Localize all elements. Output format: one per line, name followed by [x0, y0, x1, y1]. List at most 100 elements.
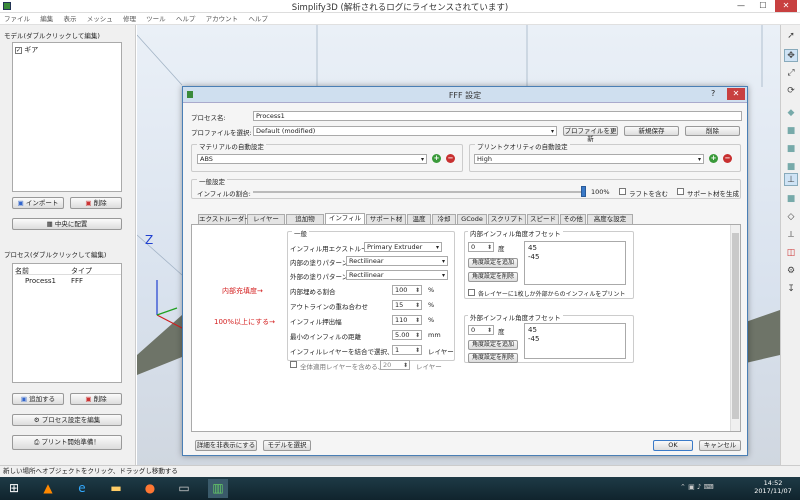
- raft-checkbox[interactable]: [619, 188, 626, 195]
- update-profile-button[interactable]: プロファイルを更新: [563, 126, 618, 143]
- external-angle-input[interactable]: 0: [468, 325, 494, 335]
- help-button[interactable]: ?: [711, 89, 715, 98]
- list-item[interactable]: -45: [528, 335, 539, 343]
- support-checkbox[interactable]: [677, 188, 684, 195]
- rotate-tool-icon[interactable]: ⟳: [784, 85, 798, 98]
- tab-temperature[interactable]: 温度: [407, 214, 431, 224]
- add-process-button[interactable]: ▣ 追加する: [12, 393, 64, 405]
- view-iso-icon[interactable]: ◆: [784, 107, 798, 120]
- menu-help-1[interactable]: ヘルプ: [172, 13, 200, 25]
- menu-edit[interactable]: 編集: [36, 13, 57, 25]
- models-list[interactable]: ✓ ギア: [12, 42, 122, 192]
- vlc-icon[interactable]: ▲: [38, 479, 58, 498]
- view-mode-icon[interactable]: ■: [784, 193, 798, 206]
- menu-repair[interactable]: 修理: [119, 13, 140, 25]
- infill-percent-input[interactable]: 100: [392, 285, 422, 295]
- tab-layer[interactable]: レイヤー: [247, 214, 285, 224]
- remove-quality-icon[interactable]: −: [723, 154, 732, 163]
- table-row[interactable]: Process1 FFF: [25, 277, 119, 286]
- edit-process-button[interactable]: ⚙ プロセス設定を編集: [12, 414, 122, 426]
- remove-model-button[interactable]: ▣ 削除: [70, 197, 122, 209]
- outline-overlap-input[interactable]: 15: [392, 300, 422, 310]
- remove-process-button[interactable]: ▣ 削除: [70, 393, 122, 405]
- combine-input[interactable]: 1: [392, 345, 422, 355]
- print-every-layer-checkbox[interactable]: [468, 289, 475, 296]
- wireframe-icon[interactable]: ◇: [784, 211, 798, 224]
- remove-material-icon[interactable]: −: [446, 154, 455, 163]
- firefox-icon[interactable]: ●: [140, 479, 160, 498]
- add-external-angle-button[interactable]: 角度設定を追加: [468, 340, 518, 350]
- view-front-icon[interactable]: ■: [784, 125, 798, 138]
- ok-button[interactable]: OK: [653, 440, 693, 451]
- hide-advanced-button[interactable]: 詳細を非表示にする: [195, 440, 257, 451]
- internal-pattern-select[interactable]: Rectilinear: [346, 256, 448, 266]
- min-length-input[interactable]: 5.00: [392, 330, 422, 340]
- cancel-button[interactable]: キャンセル: [699, 440, 741, 451]
- tab-speed[interactable]: スピード: [527, 214, 559, 224]
- dialog-close-button[interactable]: ✕: [727, 88, 745, 100]
- profile-select[interactable]: Default (modified): [253, 126, 557, 136]
- tab-gcode[interactable]: GCode: [457, 214, 487, 224]
- infill-extruder-select[interactable]: Primary Extruder: [364, 242, 442, 252]
- menu-help[interactable]: ヘルプ: [244, 13, 272, 25]
- delete-profile-button[interactable]: 削除: [685, 126, 740, 136]
- simplify3d-taskbar-icon[interactable]: ▥: [208, 479, 228, 498]
- list-item[interactable]: 45: [528, 326, 537, 334]
- processes-list[interactable]: 名前 タイプ Process1 FFF: [12, 263, 122, 383]
- tab-support[interactable]: サポート材: [366, 214, 406, 224]
- maximize-button[interactable]: ☐: [752, 0, 774, 12]
- quality-select[interactable]: High: [474, 154, 704, 164]
- list-item[interactable]: -45: [528, 253, 539, 261]
- tray-icons[interactable]: ⌃ ▣ ♪ ⌨: [680, 483, 714, 491]
- extrusion-width-input[interactable]: 110: [392, 315, 422, 325]
- move-tool-icon[interactable]: ✥: [784, 49, 798, 62]
- scrollbar-thumb[interactable]: [732, 233, 739, 419]
- settings-icon[interactable]: ⚙: [784, 265, 798, 278]
- add-material-icon[interactable]: +: [432, 154, 441, 163]
- list-item[interactable]: 45: [528, 244, 537, 252]
- add-internal-angle-button[interactable]: 角度設定を追加: [468, 258, 518, 268]
- select-models-button[interactable]: モデルを選択: [263, 440, 311, 451]
- add-quality-icon[interactable]: +: [709, 154, 718, 163]
- start-icon[interactable]: ⊞: [4, 479, 24, 498]
- process-name-input[interactable]: Process1: [253, 111, 742, 121]
- panel-scrollbar[interactable]: [730, 225, 740, 431]
- tab-cooling[interactable]: 冷却: [432, 214, 456, 224]
- prepare-print-button[interactable]: ⎙ プリント開始準備！: [12, 435, 122, 450]
- app-icon-2[interactable]: ▭: [174, 479, 194, 498]
- support-icon[interactable]: ⟂: [784, 229, 798, 242]
- menu-file[interactable]: ファイル: [0, 13, 34, 25]
- tab-extruder[interactable]: エクストルーダー: [198, 214, 251, 224]
- scale-tool-icon[interactable]: ⤢: [784, 67, 798, 80]
- dense-checkbox[interactable]: [290, 361, 297, 368]
- internal-angle-list[interactable]: 45 -45: [524, 241, 626, 285]
- close-button[interactable]: ✕: [775, 0, 797, 12]
- list-item[interactable]: ✓ ギア: [15, 45, 38, 55]
- minimize-button[interactable]: —: [730, 0, 752, 12]
- material-select[interactable]: ABS: [197, 154, 427, 164]
- menu-mesh[interactable]: メッシュ: [83, 13, 117, 25]
- infill-slider-track[interactable]: [253, 191, 583, 193]
- select-tool-icon[interactable]: ➚: [784, 30, 798, 43]
- ie-icon[interactable]: e: [72, 479, 92, 498]
- tab-other[interactable]: その他: [560, 214, 586, 224]
- infill-slider-handle[interactable]: [581, 186, 586, 197]
- model-checkbox[interactable]: ✓: [15, 46, 22, 54]
- view-top-icon[interactable]: ■: [784, 143, 798, 156]
- clock[interactable]: 14:52 2017/11/07: [748, 479, 798, 495]
- dense-input[interactable]: 20: [380, 360, 410, 370]
- remove-internal-angle-button[interactable]: 角度設定を削除: [468, 272, 518, 282]
- remove-external-angle-button[interactable]: 角度設定を削除: [468, 353, 518, 363]
- internal-angle-input[interactable]: 0: [468, 242, 494, 252]
- center-button[interactable]: ▦ 中央に配置: [12, 218, 122, 230]
- measure-icon[interactable]: ↧: [784, 283, 798, 296]
- external-angle-list[interactable]: 45 -45: [524, 323, 626, 359]
- save-new-button[interactable]: 新規保存: [624, 126, 679, 136]
- tab-additions[interactable]: 追加物: [286, 214, 324, 224]
- axes-toggle-icon[interactable]: ⊥: [784, 173, 798, 186]
- menu-tools[interactable]: ツール: [142, 13, 170, 25]
- external-pattern-select[interactable]: Rectilinear: [346, 270, 448, 280]
- menu-view[interactable]: 表示: [59, 13, 80, 25]
- menu-account[interactable]: アカウント: [202, 13, 243, 25]
- tab-advanced[interactable]: 高度な設定: [587, 214, 633, 224]
